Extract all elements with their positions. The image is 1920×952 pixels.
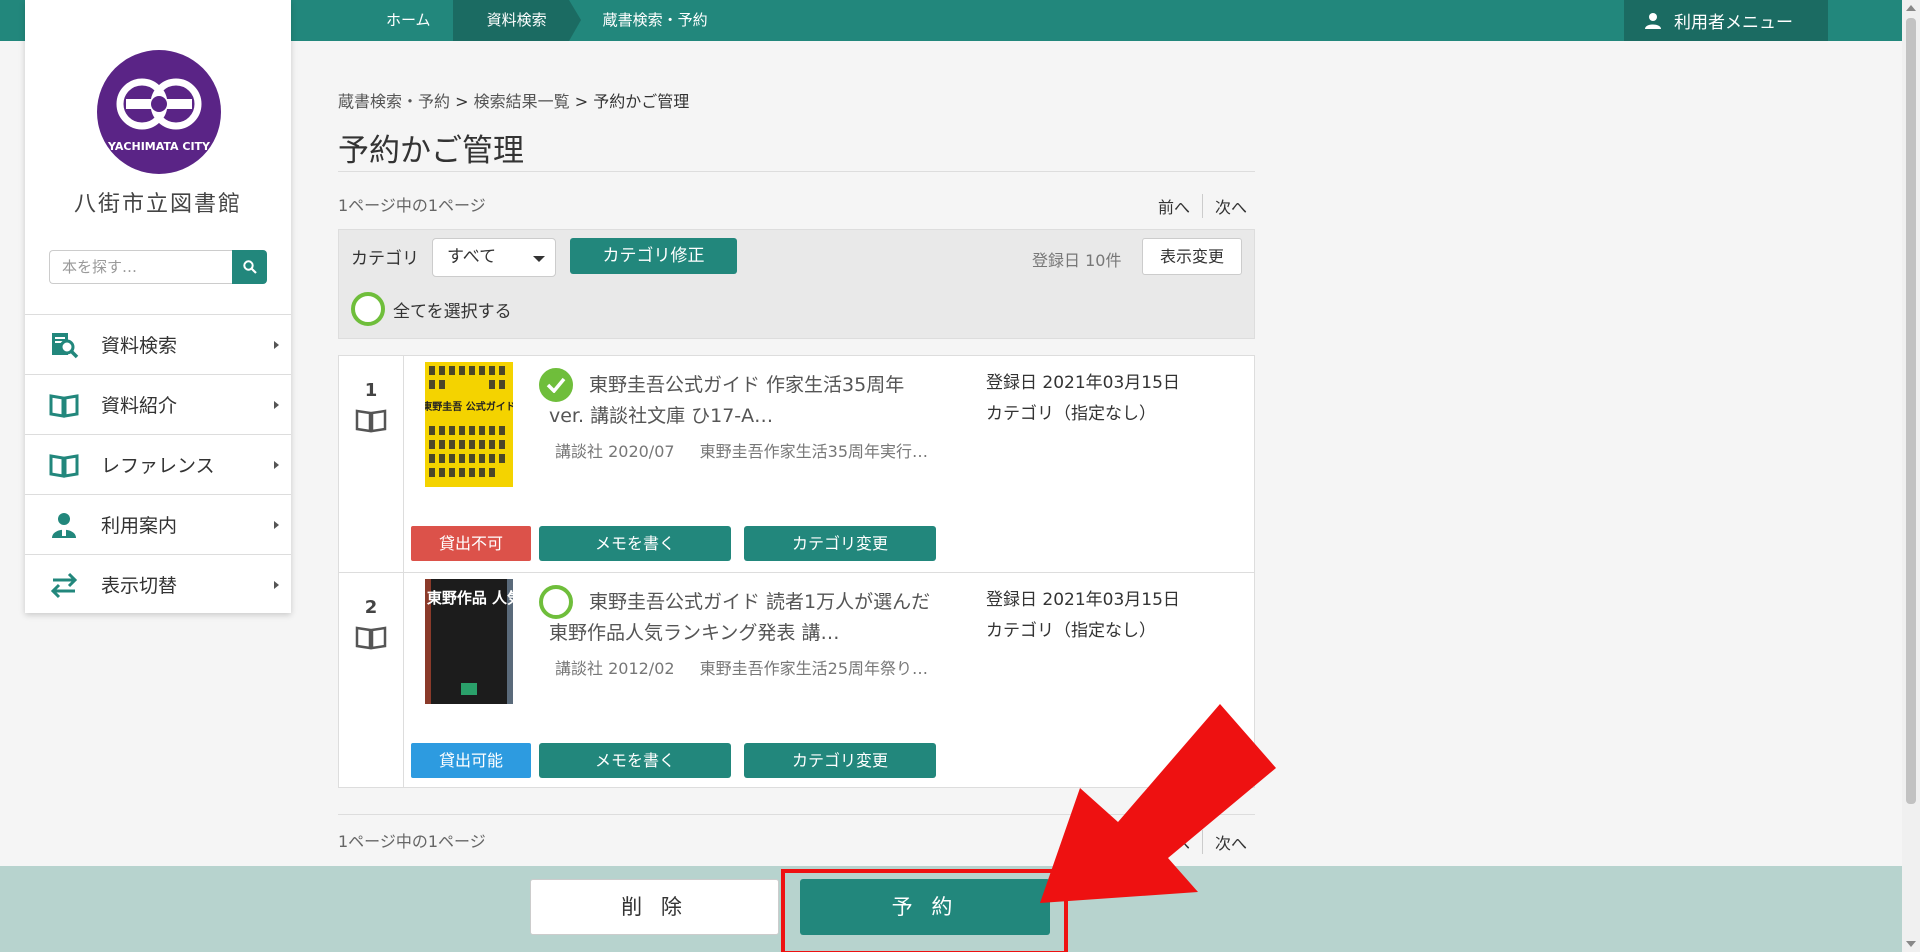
- item-category: カテゴリ（指定なし）: [986, 404, 1156, 424]
- sidebar-item-reference[interactable]: レファレンス: [25, 434, 291, 494]
- registered-date: 登録日 2021年03月15日: [986, 590, 1180, 610]
- item-publisher: 講談社 2020/07: [555, 442, 675, 461]
- sidebar-item-label: 表示切替: [101, 575, 178, 597]
- page-info-top: 1ページ中の1ページ: [338, 196, 486, 215]
- cover-title-text: 東野圭吾 公式ガイド: [425, 400, 513, 413]
- breadcrumb-search-results[interactable]: 検索結果一覧: [474, 92, 570, 111]
- item-meta: 講談社 2012/02 東野圭吾作家生活25周年祭り…: [555, 655, 975, 679]
- chevron-down-icon: [533, 256, 545, 262]
- select-all-checkbox[interactable]: [351, 292, 385, 326]
- status-badge: 貸出不可: [411, 526, 531, 561]
- breadcrumb-catalog-search[interactable]: 蔵書検索・予約: [338, 92, 450, 111]
- crumb-catalog-search[interactable]: 蔵書検索・予約: [569, 0, 730, 41]
- book-icon: [355, 626, 387, 650]
- select-all[interactable]: 全てを選択する: [351, 292, 512, 326]
- status-badge: 貸出可能: [411, 743, 531, 778]
- library-name: 八街市立図書館: [73, 192, 242, 217]
- city-logo[interactable]: YACHIMATA CITY: [96, 49, 222, 175]
- prev-page-link[interactable]: 前へ: [1158, 194, 1204, 218]
- logo-text: YACHIMATA CITY: [107, 140, 211, 153]
- pager-top: 前へ 次へ: [1158, 194, 1247, 218]
- item-series: 東野圭吾作家生活35周年実行…: [699, 442, 929, 461]
- annotation-arrow-icon: [1040, 704, 1276, 903]
- row-number-cell: 2: [339, 573, 404, 788]
- row-number-cell: 1: [339, 356, 404, 572]
- scrollbar[interactable]: [1902, 0, 1920, 952]
- chevron-right-icon: [274, 341, 279, 349]
- reserve-button[interactable]: 予 約: [800, 879, 1050, 935]
- breadcrumb-current: 予約かご管理: [593, 92, 690, 111]
- sidebar-nav: 資料検索 資料紹介 レファレンス 利用案内 表示切替: [25, 314, 291, 614]
- sidebar: YACHIMATA CITY 八街市立図書館 資料検索: [25, 0, 291, 613]
- row-number: 1: [364, 380, 378, 401]
- registered-date: 登録日 2021年03月15日: [986, 373, 1180, 393]
- sort-info: 登録日 10件: [1032, 251, 1122, 270]
- action-bar: 削 除 予 約: [0, 866, 1902, 952]
- registration-info: 登録日 2021年03月15日 カテゴリ（指定なし）: [986, 368, 1180, 430]
- breadcrumb-separator: >: [574, 92, 589, 111]
- sidebar-item-label: 資料紹介: [101, 395, 178, 417]
- scroll-up-icon[interactable]: [1906, 5, 1916, 11]
- user-menu-label: 利用者メニュー: [1674, 13, 1793, 33]
- sidebar-item-label: 資料検索: [101, 335, 178, 357]
- breadcrumb: 蔵書検索・予約 > 検索結果一覧 > 予約かご管理: [338, 88, 689, 112]
- book-cover-image[interactable]: 東野圭吾 公式ガイド: [425, 362, 513, 487]
- scroll-down-icon[interactable]: [1906, 941, 1916, 947]
- open-book-icon: [49, 393, 79, 418]
- user-icon: [1645, 12, 1661, 29]
- sidebar-item-user-guide[interactable]: 利用案内: [25, 494, 291, 554]
- breadcrumb-separator: >: [455, 92, 469, 111]
- sidebar-item-material-search[interactable]: 資料検索: [25, 314, 291, 374]
- crumb-home[interactable]: ホーム: [352, 0, 453, 41]
- select-all-label: 全てを選択する: [393, 301, 512, 322]
- page-title: 予約かご管理: [338, 133, 524, 169]
- chevron-right-icon: [274, 521, 279, 529]
- book-cover-image[interactable]: 東野圭吾 ガイド 東野作品 人気ランキング発表: [425, 579, 513, 704]
- item-series: 東野圭吾作家生活25周年祭り…: [699, 659, 929, 678]
- category-fix-button[interactable]: カテゴリ修正: [570, 238, 737, 274]
- basket-toolbar: カテゴリ すべて カテゴリ修正 登録日 10件 表示変更 全てを選択する: [338, 229, 1255, 339]
- write-memo-button[interactable]: メモを書く: [539, 526, 731, 561]
- open-book-icon: [49, 453, 79, 478]
- registration-info: 登録日 2021年03月15日 カテゴリ（指定なし）: [986, 585, 1180, 647]
- title-divider: [338, 171, 1255, 172]
- category-label: カテゴリ: [351, 249, 419, 269]
- category-select[interactable]: すべて: [432, 238, 556, 277]
- chevron-right-icon: [274, 581, 279, 589]
- item-title[interactable]: 東野圭吾公式ガイド 作家生活35周年ver. 講談社文庫 ひ17-A…: [549, 370, 939, 432]
- scroll-thumb[interactable]: [1906, 18, 1916, 804]
- sidebar-item-material-intro[interactable]: 資料紹介: [25, 374, 291, 434]
- user-menu-button[interactable]: 利用者メニュー: [1624, 0, 1828, 41]
- chevron-right-icon: [274, 461, 279, 469]
- sidebar-item-label: レファレンス: [101, 455, 215, 477]
- write-memo-button[interactable]: メモを書く: [539, 743, 731, 778]
- top-breadcrumb: ホーム 資料検索 蔵書検索・予約: [352, 0, 730, 41]
- search-icon: [242, 260, 257, 274]
- change-category-button[interactable]: カテゴリ変更: [744, 743, 936, 778]
- sidebar-search: [49, 250, 267, 284]
- item-category: カテゴリ（指定なし）: [986, 621, 1156, 641]
- category-select-value: すべて: [447, 247, 497, 267]
- switch-arrows-icon: [50, 572, 78, 598]
- change-category-button[interactable]: カテゴリ変更: [744, 526, 936, 561]
- page-info-bottom: 1ページ中の1ページ: [338, 832, 486, 851]
- chevron-right-icon: [274, 401, 279, 409]
- list-item: 1 東野圭吾 公式ガイド 東野圭吾公式ガイド 作家生活35周年ver. 講談社文…: [339, 356, 1254, 572]
- display-change-button[interactable]: 表示変更: [1142, 238, 1242, 275]
- crumb-material-search[interactable]: 資料検索: [452, 0, 581, 41]
- item-meta: 講談社 2020/07 東野圭吾作家生活35周年実行…: [555, 438, 975, 462]
- delete-button[interactable]: 削 除: [530, 879, 779, 935]
- user-guide-icon: [52, 512, 76, 538]
- search-input[interactable]: [49, 250, 232, 284]
- sidebar-item-label: 利用案内: [101, 515, 178, 537]
- catalog-search-icon: [52, 332, 79, 358]
- cover-title-text: 東野圭吾 ガイド 東野作品 人気ランキング発表: [425, 589, 513, 607]
- search-button[interactable]: [232, 250, 267, 284]
- row-number: 2: [364, 597, 378, 618]
- sidebar-item-display-switch[interactable]: 表示切替: [25, 554, 291, 614]
- book-icon: [355, 409, 387, 433]
- item-title[interactable]: 東野圭吾公式ガイド 読者1万人が選んだ東野作品人気ランキング発表 講…: [549, 587, 939, 649]
- next-page-link[interactable]: 次へ: [1203, 194, 1247, 218]
- item-publisher: 講談社 2012/02: [555, 659, 675, 678]
